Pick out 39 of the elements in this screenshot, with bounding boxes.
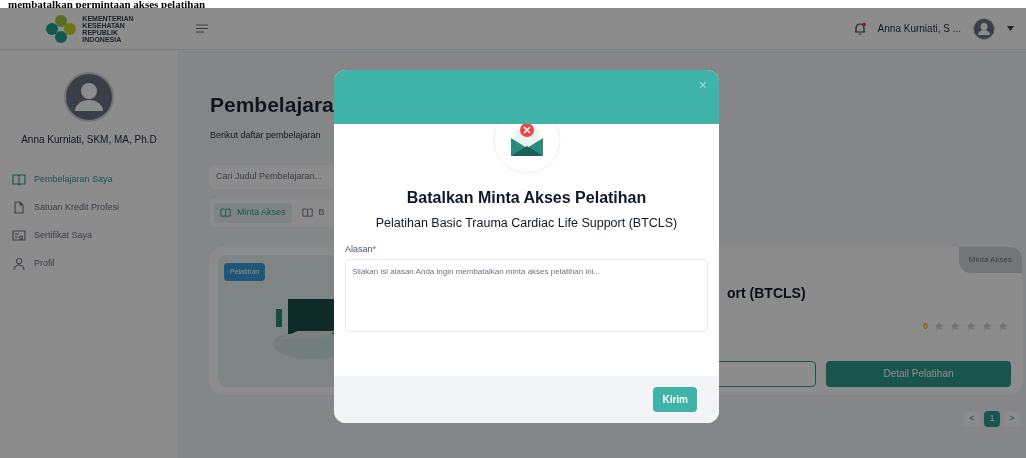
- page-title: Pembelajara: [210, 92, 335, 118]
- tab[interactable]: B: [295, 202, 331, 223]
- next-page-button[interactable]: >: [1004, 410, 1020, 427]
- tab[interactable]: Minta Akses: [214, 202, 292, 223]
- sidebar-item[interactable]: Profil: [12, 257, 178, 271]
- modal-subtitle: Pelatihan Basic Trauma Cardiac Life Support (BTCLS): [374, 215, 679, 232]
- caret-icon[interactable]: [1007, 26, 1014, 31]
- field-label: Alasan*: [345, 242, 378, 256]
- user-icon: [12, 257, 26, 271]
- menu-icon[interactable]: [196, 24, 208, 33]
- bell-icon[interactable]: [853, 22, 866, 35]
- previous-page-button[interactable]: <: [964, 410, 980, 427]
- document-icon: [12, 201, 26, 215]
- user-name[interactable]: Anna Kurniati, S ...: [877, 21, 961, 36]
- avatar-icon[interactable]: [973, 17, 995, 40]
- caption: membatalkan permintaan akses pelatihan: [7, 0, 207, 8]
- sidebar-item[interactable]: Sertifikat Saya: [12, 229, 178, 243]
- star-icon: [966, 321, 976, 332]
- star-icon: [950, 321, 960, 332]
- submit-button[interactable]: Kirim: [653, 387, 697, 412]
- course-title: ort (BTCLS): [727, 283, 806, 303]
- modal-title: Batalkan Minta Akses Pelatihan: [405, 188, 648, 208]
- detail-button[interactable]: Detail Pelatihan: [826, 360, 1011, 387]
- star-icon: [982, 321, 992, 332]
- book-icon: [301, 207, 313, 218]
- star-icon: [934, 321, 944, 332]
- book-icon: [220, 207, 231, 218]
- profile-name: Anna Kurniati, SKM, MA, Ph.D: [20, 133, 158, 147]
- sidebar-item[interactable]: Satuan Kredit Profesi: [12, 201, 178, 215]
- avatar-icon: [64, 72, 114, 122]
- star-icon: [998, 321, 1008, 332]
- logo-icon: [44, 14, 79, 43]
- page-subtitle: Berikut daftar pembelajaran: [210, 129, 322, 142]
- certificate-icon: [12, 229, 26, 243]
- rating-value: 0: [923, 319, 928, 333]
- reason-field[interactable]: Silakan isi alasan Anda ingin membatalkan minta akses pelatihan ini...: [345, 259, 708, 333]
- sidebar-item[interactable]: Pembelajaran Saya: [12, 173, 178, 187]
- page-button[interactable]: 1: [984, 410, 1000, 427]
- book-icon: [12, 173, 26, 187]
